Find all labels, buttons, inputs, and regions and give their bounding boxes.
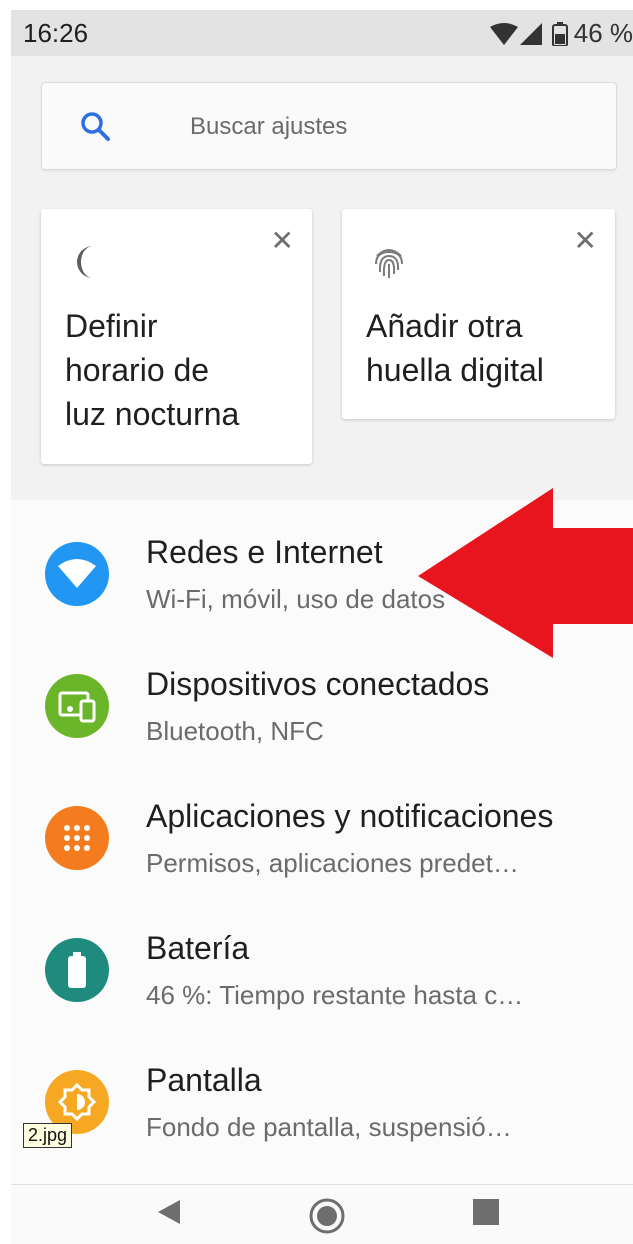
item-subtitle: 46 %: Tiempo restante hasta c… bbox=[146, 980, 524, 1010]
recents-icon[interactable] bbox=[471, 1197, 501, 1227]
wifi-icon bbox=[58, 559, 96, 588]
item-title: Dispositivos conectados bbox=[146, 666, 490, 702]
settings-item-apps[interactable]: Aplicaciones y notificaciones Permisos, … bbox=[11, 764, 633, 896]
item-icon-bg bbox=[45, 542, 109, 606]
suggestion-text: Definir horario de luz nocturna bbox=[65, 308, 240, 432]
battery-status-icon bbox=[551, 21, 568, 46]
moon-icon bbox=[77, 246, 93, 278]
item-icon-bg bbox=[45, 806, 109, 870]
apps-icon bbox=[64, 825, 90, 851]
item-title: Pantalla bbox=[146, 1062, 262, 1098]
cell-signal-icon bbox=[519, 22, 542, 45]
item-subtitle: Permisos, aplicaciones predet… bbox=[146, 848, 519, 878]
devices-icon bbox=[58, 691, 96, 723]
settings-screen: 16:26 46 % Buscar ajustes ✕ Definir hora… bbox=[11, 10, 633, 1244]
wifi-signal-icon bbox=[489, 22, 518, 45]
item-icon-bg bbox=[45, 938, 109, 1002]
item-icon-bg bbox=[45, 674, 109, 738]
battery-percent: 46 % bbox=[573, 18, 633, 48]
display-icon bbox=[58, 1083, 96, 1121]
navigation-bar bbox=[11, 1184, 633, 1244]
item-subtitle: Bluetooth, NFC bbox=[146, 716, 324, 746]
settings-item-display[interactable]: Pantalla Fondo de pantalla, suspensió… bbox=[11, 1028, 633, 1160]
red-arrow-annotation bbox=[418, 488, 633, 658]
item-title: Redes e Internet bbox=[146, 534, 383, 570]
fingerprint-icon bbox=[375, 249, 403, 278]
item-subtitle: Fondo de pantalla, suspensió… bbox=[146, 1112, 512, 1142]
item-title: Aplicaciones y notificaciones bbox=[146, 798, 554, 834]
status-icons: 46 % bbox=[489, 18, 633, 49]
settings-item-battery[interactable]: Batería 46 %: Tiempo restante hasta c… bbox=[11, 896, 633, 1028]
item-subtitle: Wi-Fi, móvil, uso de datos bbox=[146, 584, 446, 614]
close-icon[interactable]: ✕ bbox=[574, 227, 597, 255]
suggestion-text: Añadir otra huella digital bbox=[366, 308, 544, 388]
close-icon[interactable]: ✕ bbox=[271, 227, 294, 255]
file-tag: 2.jpg bbox=[23, 1123, 73, 1148]
status-time: 16:26 bbox=[23, 18, 89, 48]
suggestion-card-fingerprint[interactable]: ✕ Añadir otra huella digital bbox=[342, 209, 615, 419]
battery-icon bbox=[68, 952, 86, 988]
search-placeholder: Buscar ajustes bbox=[190, 113, 348, 140]
search-bar[interactable]: Buscar ajustes bbox=[41, 82, 617, 170]
home-icon[interactable] bbox=[308, 1197, 346, 1235]
search-icon bbox=[81, 112, 110, 141]
back-icon[interactable] bbox=[154, 1197, 184, 1227]
suggestion-card-night-light[interactable]: ✕ Definir horario de luz nocturna bbox=[41, 209, 312, 464]
status-bar: 16:26 46 % bbox=[11, 10, 633, 56]
item-title: Batería bbox=[146, 930, 250, 966]
